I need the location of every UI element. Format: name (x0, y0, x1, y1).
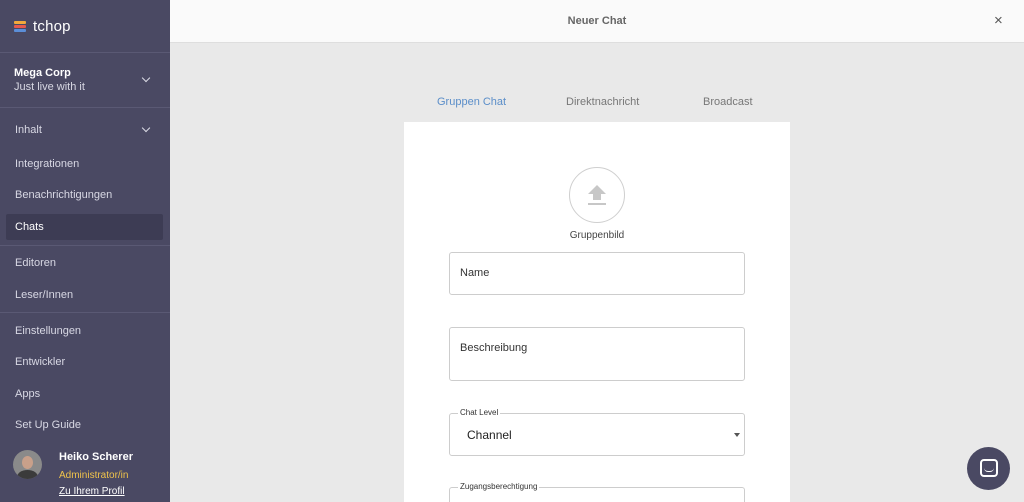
avatar[interactable] (13, 450, 42, 479)
new-group-chat-form: Gruppenbild Name Beschreibung Chat Level… (404, 122, 790, 502)
tab-broadcast[interactable]: Broadcast (703, 96, 753, 108)
sidebar-divider (0, 312, 170, 313)
sidebar-item-leser-innen[interactable]: Leser/Innen (0, 282, 170, 308)
chat-level-value: Channel (467, 428, 512, 442)
sidebar-item-apps[interactable]: Apps (0, 381, 170, 407)
caret-down-icon (734, 433, 740, 437)
organization-switcher[interactable]: Mega Corp Just live with it (0, 52, 170, 108)
tab-gruppen-chat[interactable]: Gruppen Chat (437, 96, 506, 108)
organization-tagline: Just live with it (14, 81, 85, 93)
name-placeholder: Name (460, 267, 490, 279)
app-name: tchop (33, 17, 71, 35)
sidebar-item-einstellungen[interactable]: Einstellungen (0, 318, 170, 344)
sidebar-item-benachrichtigungen[interactable]: Benachrichtigungen (0, 182, 170, 208)
upload-icon[interactable] (569, 167, 625, 223)
chat-bubble-icon[interactable] (967, 447, 1010, 490)
user-name: Heiko Scherer (59, 451, 133, 463)
organization-name: Mega Corp (14, 67, 71, 79)
sidebar: tchop Mega Corp Just live with it Inhalt… (0, 0, 170, 502)
page-title: Neuer Chat (567, 15, 627, 27)
tab-direktnachricht[interactable]: Direktnachricht (566, 96, 639, 108)
sidebar-divider (0, 245, 170, 246)
access-label: Zugangsberechtigung (458, 482, 540, 491)
chat-level-label: Chat Level (458, 408, 501, 417)
header: Neuer Chat × (170, 0, 1024, 43)
sidebar-item-editoren[interactable]: Editoren (0, 250, 170, 276)
user-role: Administrator/in (59, 470, 129, 481)
brand[interactable]: tchop (14, 17, 71, 35)
user-profile: Heiko Scherer Administrator/in Zu Ihrem … (0, 446, 170, 502)
chat-level-select[interactable]: Chat Level Channel (449, 408, 745, 456)
sidebar-item-chats[interactable]: Chats (6, 214, 163, 240)
chevron-down-icon (141, 73, 151, 83)
description-placeholder: Beschreibung (460, 342, 528, 354)
sidebar-item-inhalt[interactable]: Inhalt (0, 117, 170, 143)
sidebar-item-integrationen[interactable]: Integrationen (0, 151, 170, 177)
tchop-logo-icon (14, 20, 26, 32)
close-icon[interactable]: × (994, 13, 1006, 28)
sidebar-item-set-up-guide[interactable]: Set Up Guide (0, 412, 170, 438)
profile-link[interactable]: Zu Ihrem Profil (59, 486, 125, 497)
sidebar-item-entwickler[interactable]: Entwickler (0, 349, 170, 375)
name-field[interactable]: Name (449, 252, 745, 295)
chevron-down-icon (141, 123, 151, 133)
group-image-label: Gruppenbild (569, 230, 625, 241)
description-field[interactable]: Beschreibung (449, 327, 745, 381)
access-field[interactable]: Zugangsberechtigung (449, 482, 745, 502)
